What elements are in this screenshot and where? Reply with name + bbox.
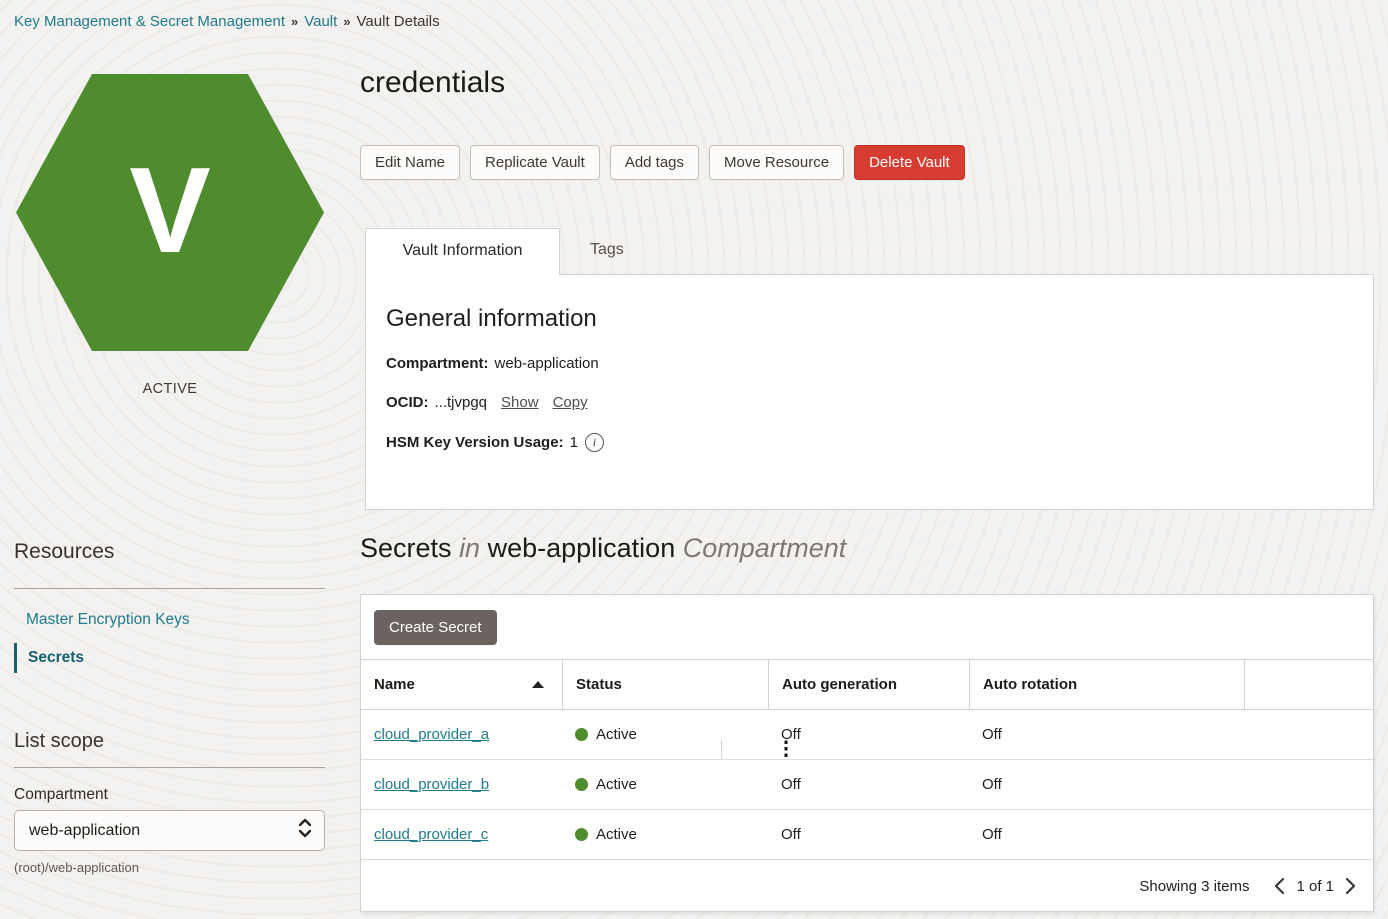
kebab-menu-icon[interactable]: ⋮: [777, 740, 796, 759]
compartment-value: web-application: [495, 355, 599, 372]
tab-vault-information[interactable]: Vault Information: [365, 228, 560, 275]
select-stepper-icon: [298, 817, 312, 844]
column-header-auto-generation[interactable]: Auto generation: [768, 660, 969, 709]
status-text: Active: [596, 776, 637, 793]
list-scope-divider: [14, 767, 325, 768]
secret-link[interactable]: cloud_provider_c: [374, 826, 488, 843]
column-header-name[interactable]: Name: [361, 660, 562, 709]
showing-items-text: Showing 3 items: [1139, 878, 1249, 895]
secret-status-cell: Active: [562, 826, 768, 843]
secrets-table-card: Create Secret Name Status Auto generatio…: [360, 594, 1374, 912]
list-scope-section: List scope Compartment: [14, 730, 325, 804]
ocid-row: OCID: ...tjvpgq Show Copy: [386, 394, 1373, 411]
list-scope-heading: List scope: [14, 730, 325, 753]
secrets-section-heading: Secrets in web-application Compartment: [360, 533, 846, 564]
resources-heading: Resources: [14, 540, 325, 564]
breadcrumb-vault[interactable]: Vault: [304, 13, 337, 30]
ocid-show-link[interactable]: Show: [501, 394, 539, 411]
info-icon[interactable]: i: [585, 433, 604, 452]
status-active-dot-icon: [575, 778, 588, 791]
auto-generation-cell: Off: [768, 776, 969, 793]
sidebar-item-secrets[interactable]: Secrets: [14, 643, 325, 673]
vault-initial: V: [15, 73, 325, 352]
hsm-usage-label: HSM Key Version Usage:: [386, 434, 564, 451]
secret-link[interactable]: cloud_provider_b: [374, 776, 489, 793]
hsm-usage-row: HSM Key Version Usage: 1 i: [386, 433, 1373, 452]
secrets-heading-prefix: Secrets: [360, 533, 452, 563]
ocid-copy-link[interactable]: Copy: [553, 394, 588, 411]
ocid-label: OCID:: [386, 394, 429, 411]
column-header-name-label: Name: [374, 676, 415, 693]
compartment-label: Compartment:: [386, 355, 489, 372]
secret-status-cell: Active: [562, 776, 768, 793]
auto-rotation-cell: Off: [969, 726, 1244, 743]
compartment-field-label: Compartment: [14, 786, 325, 804]
edit-name-button[interactable]: Edit Name: [360, 145, 460, 180]
row-actions-cell: ⋮: [721, 740, 850, 759]
breadcrumb-separator: »: [343, 14, 350, 29]
secret-link[interactable]: cloud_provider_a: [374, 726, 489, 743]
status-active-dot-icon: [575, 728, 588, 741]
table-row: cloud_provider_c Active Off Off ⋮: [361, 810, 1373, 860]
column-header-status[interactable]: Status: [562, 660, 768, 709]
status-text: Active: [596, 826, 637, 843]
table-row: cloud_provider_b Active Off Off ⋮: [361, 760, 1373, 810]
auto-generation-cell: Off: [768, 826, 969, 843]
move-resource-button[interactable]: Move Resource: [709, 145, 844, 180]
delete-vault-button[interactable]: Delete Vault: [854, 145, 965, 180]
resources-section: Resources Master Encryption Keys Secrets: [14, 540, 325, 673]
vault-hexagon-icon: V: [15, 73, 325, 352]
status-active-dot-icon: [575, 828, 588, 841]
vault-state-badge: ACTIVE: [15, 381, 325, 397]
vault-action-buttons: Edit Name Replicate Vault Add tags Move …: [360, 145, 965, 180]
page-indicator: 1 of 1: [1296, 878, 1334, 895]
secrets-heading-in: in: [459, 533, 480, 563]
secret-name-cell: cloud_provider_b: [361, 776, 562, 793]
secrets-table-footer: Showing 3 items 1 of 1: [361, 860, 1373, 912]
column-header-actions: [1244, 660, 1373, 709]
ocid-value: ...tjvpgq: [435, 394, 488, 411]
create-secret-button[interactable]: Create Secret: [374, 610, 497, 645]
tab-tags[interactable]: Tags: [560, 228, 654, 275]
secret-name-cell: cloud_provider_a: [361, 726, 562, 743]
breadcrumb-key-management[interactable]: Key Management & Secret Management: [14, 13, 285, 30]
vault-details-page: Key Management & Secret Management » Vault…: [0, 0, 1388, 919]
detail-tabs: Vault Information Tags: [365, 228, 654, 275]
compartment-select[interactable]: web-application: [14, 810, 325, 851]
hsm-usage-value: 1: [570, 434, 578, 451]
compartment-row: Compartment: web-application: [386, 355, 1373, 372]
table-row: cloud_provider_a Active Off Off ⋮: [361, 710, 1373, 760]
breadcrumb-vault-details: Vault Details: [357, 13, 440, 30]
secrets-heading-compartment: web-application: [488, 533, 676, 563]
auto-rotation-cell: Off: [969, 826, 1244, 843]
compartment-select-value: web-application: [29, 822, 140, 840]
vault-information-panel: General information Compartment: web-app…: [365, 274, 1374, 510]
secrets-table-header: Name Status Auto generation Auto rotatio…: [361, 659, 1373, 710]
secret-name-cell: cloud_provider_c: [361, 826, 562, 843]
sort-ascending-icon: [532, 681, 544, 688]
breadcrumb-separator: »: [291, 14, 298, 29]
general-information-heading: General information: [386, 305, 1373, 333]
resources-divider: [14, 588, 325, 589]
add-tags-button[interactable]: Add tags: [610, 145, 699, 180]
page-next-icon[interactable]: [1344, 877, 1357, 895]
secrets-heading-suffix: Compartment: [683, 533, 847, 563]
secrets-table-toolbar: Create Secret: [361, 595, 1373, 659]
sidebar-item-master-encryption-keys[interactable]: Master Encryption Keys: [14, 605, 325, 635]
column-header-auto-rotation[interactable]: Auto rotation: [969, 660, 1244, 709]
compartment-path: (root)/web-application: [14, 860, 139, 875]
replicate-vault-button[interactable]: Replicate Vault: [470, 145, 600, 180]
breadcrumb: Key Management & Secret Management » Vault…: [14, 13, 440, 30]
status-text: Active: [596, 726, 637, 743]
pagination: 1 of 1: [1273, 877, 1357, 895]
auto-rotation-cell: Off: [969, 776, 1244, 793]
page-previous-icon[interactable]: [1273, 877, 1286, 895]
page-title: credentials: [360, 66, 505, 100]
